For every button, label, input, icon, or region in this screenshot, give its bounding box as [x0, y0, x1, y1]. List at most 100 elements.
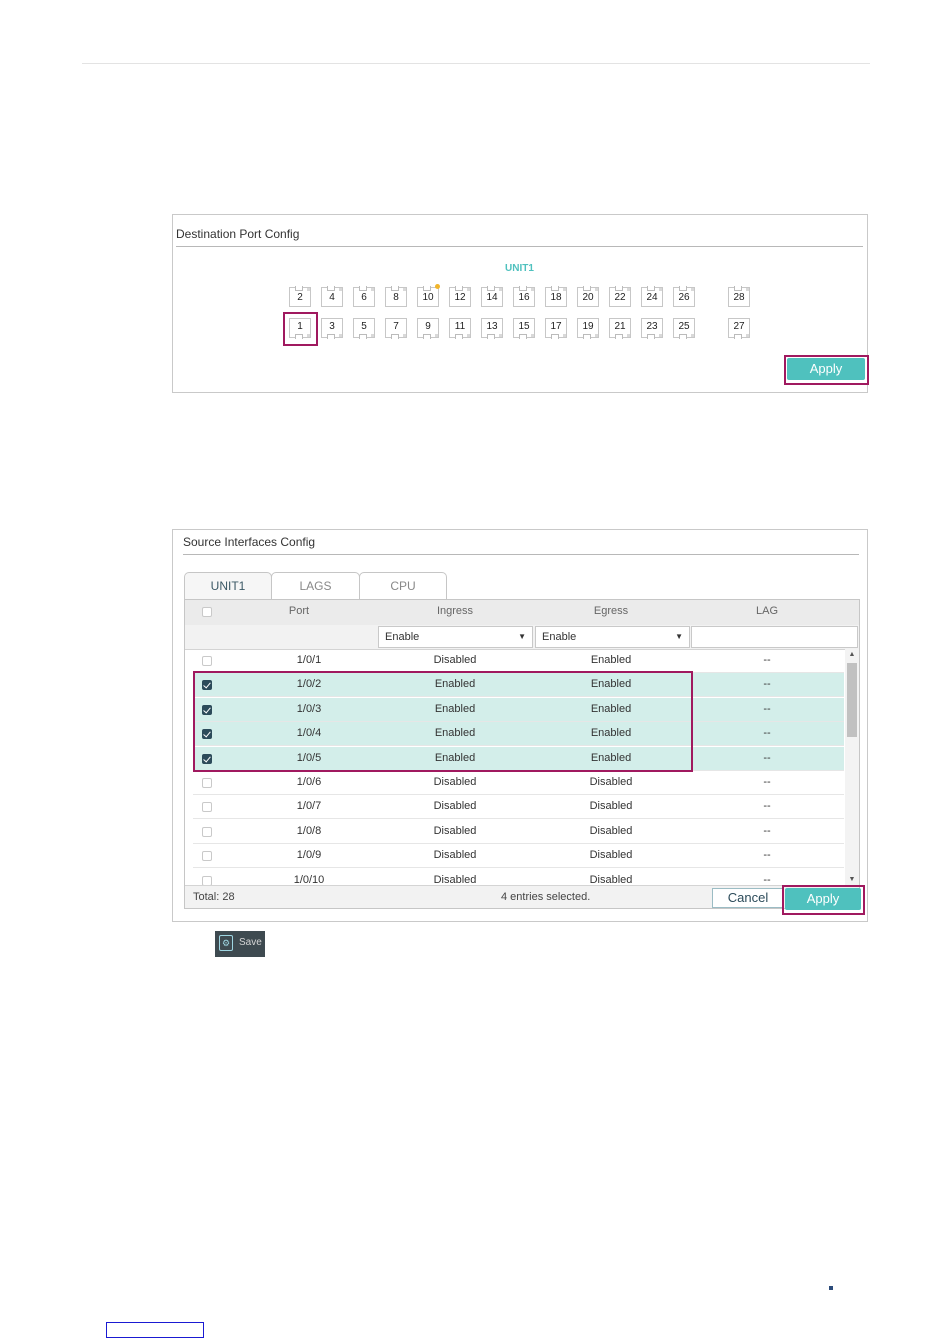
port-notch — [583, 334, 591, 339]
ingress-filter-select[interactable]: Enable ▼ — [378, 626, 533, 648]
port-number: 19 — [582, 321, 594, 332]
link-box[interactable] — [106, 1322, 204, 1338]
page-top-rule — [82, 63, 870, 64]
lag-cell: -- — [763, 873, 771, 886]
port-16[interactable]: 16 — [513, 286, 535, 307]
row-checkbox[interactable] — [202, 656, 212, 666]
port-19[interactable]: 19 — [577, 318, 599, 339]
port-11[interactable]: 11 — [449, 318, 471, 339]
port-12[interactable]: 12 — [449, 286, 471, 307]
egress-cell: Disabled — [589, 800, 633, 813]
selection-info: 4 entries selected. — [501, 891, 591, 903]
column-header-egress: Egress — [593, 605, 629, 617]
port-22[interactable]: 22 — [609, 286, 631, 307]
select-all-checkbox[interactable] — [202, 607, 212, 617]
page-marker — [829, 1286, 833, 1290]
port-led-icon — [563, 334, 566, 337]
table-scrollbar[interactable]: ▲ ▼ — [845, 649, 859, 885]
port-notch — [615, 334, 623, 339]
port-23[interactable]: 23 — [641, 318, 663, 339]
egress-cell: Enabled — [590, 654, 632, 666]
port-4[interactable]: 4 — [321, 286, 343, 307]
scroll-up-arrow-icon[interactable]: ▲ — [845, 651, 859, 658]
port-number: 12 — [454, 292, 466, 303]
source-apply-button[interactable]: Apply — [785, 888, 861, 910]
destination-apply-button[interactable]: Apply — [787, 358, 865, 380]
row-checkbox[interactable] — [202, 802, 212, 813]
table-row[interactable]: 1/0/7 Disabled Disabled -- — [193, 795, 844, 820]
port-notch — [519, 286, 527, 291]
tab-lags[interactable]: LAGS — [271, 572, 360, 599]
port-led-icon — [499, 334, 502, 337]
port-led-icon — [339, 288, 342, 291]
port-notch — [487, 334, 495, 339]
ingress-cell: Disabled — [433, 776, 477, 788]
port-21[interactable]: 21 — [609, 318, 631, 339]
port-8[interactable]: 8 — [385, 286, 407, 307]
port-6[interactable]: 6 — [353, 286, 375, 307]
row-checkbox[interactable] — [202, 851, 212, 862]
unit-label: UNIT1 — [505, 263, 534, 274]
scroll-thumb[interactable] — [847, 663, 857, 737]
port-notch — [487, 286, 495, 291]
port-number: 8 — [393, 292, 399, 303]
port-20[interactable]: 20 — [577, 286, 599, 307]
port-9[interactable]: 9 — [417, 318, 439, 339]
table-row[interactable]: 1/0/1 Disabled Enabled -- — [193, 649, 844, 673]
egress-filter-select[interactable]: Enable ▼ — [535, 626, 690, 648]
port-3[interactable]: 3 — [321, 318, 343, 339]
port-cell: 1/0/7 — [296, 800, 322, 813]
port-14[interactable]: 14 — [481, 286, 503, 307]
port-notch — [327, 334, 335, 339]
row-checkbox[interactable] — [202, 826, 212, 837]
port-led-icon — [627, 334, 630, 337]
port-25[interactable]: 25 — [673, 318, 695, 339]
port-number: 22 — [614, 292, 626, 303]
port-26[interactable]: 26 — [673, 286, 695, 307]
port-28[interactable]: 28 — [728, 286, 750, 307]
port-7[interactable]: 7 — [385, 318, 407, 339]
port-24[interactable]: 24 — [641, 286, 663, 307]
port-18[interactable]: 18 — [545, 286, 567, 307]
port-notch — [551, 334, 559, 339]
column-header-lag: LAG — [755, 605, 778, 617]
ingress-cell: Disabled — [433, 800, 477, 813]
port-cell: 1/0/9 — [296, 849, 322, 862]
table-row[interactable]: 1/0/6 Disabled Disabled -- — [193, 771, 844, 795]
port-5[interactable]: 5 — [353, 318, 375, 339]
ingress-cell: Disabled — [433, 824, 477, 837]
port-13[interactable]: 13 — [481, 318, 503, 339]
port-notch — [359, 334, 367, 339]
destination-port-config-panel: Destination Port Config UNIT1 2 4 6 8 10 12 14… — [172, 214, 869, 393]
table-row[interactable]: 1/0/9 Disabled Disabled -- — [193, 844, 844, 869]
port-notch — [391, 286, 399, 291]
port-led-icon — [659, 334, 662, 337]
column-header-port: Port — [288, 605, 310, 617]
tab-cpu[interactable]: CPU — [359, 572, 447, 599]
save-button[interactable]: ⚙ Save — [215, 931, 265, 957]
row-checkbox[interactable] — [202, 778, 212, 788]
port-number: 6 — [361, 292, 367, 303]
panel-divider — [176, 246, 863, 247]
port-led-icon — [371, 334, 374, 337]
port-number: 28 — [733, 292, 745, 303]
port-10[interactable]: 10 — [417, 284, 440, 307]
tab-unit1[interactable]: UNIT1 — [184, 572, 272, 599]
port-notch — [359, 286, 367, 291]
port-17[interactable]: 17 — [545, 318, 567, 339]
port-15[interactable]: 15 — [513, 318, 535, 339]
port-led-icon — [435, 284, 440, 289]
cancel-button[interactable]: Cancel — [712, 888, 784, 908]
ingress-cell: Disabled — [433, 654, 477, 666]
table-header: Port Ingress Egress LAG — [185, 600, 859, 626]
save-gear-icon: ⚙ — [219, 935, 233, 951]
table-row[interactable]: 1/0/8 Disabled Disabled -- — [193, 820, 844, 844]
port-led-icon — [531, 334, 534, 337]
port-number: 24 — [646, 292, 658, 303]
port-27[interactable]: 27 — [728, 318, 750, 339]
scroll-down-arrow-icon[interactable]: ▼ — [845, 876, 859, 883]
port-2[interactable]: 2 — [289, 286, 311, 307]
lag-filter-field[interactable] — [691, 626, 858, 648]
panel-title: Destination Port Config — [176, 227, 300, 241]
port-led-icon — [467, 334, 470, 337]
